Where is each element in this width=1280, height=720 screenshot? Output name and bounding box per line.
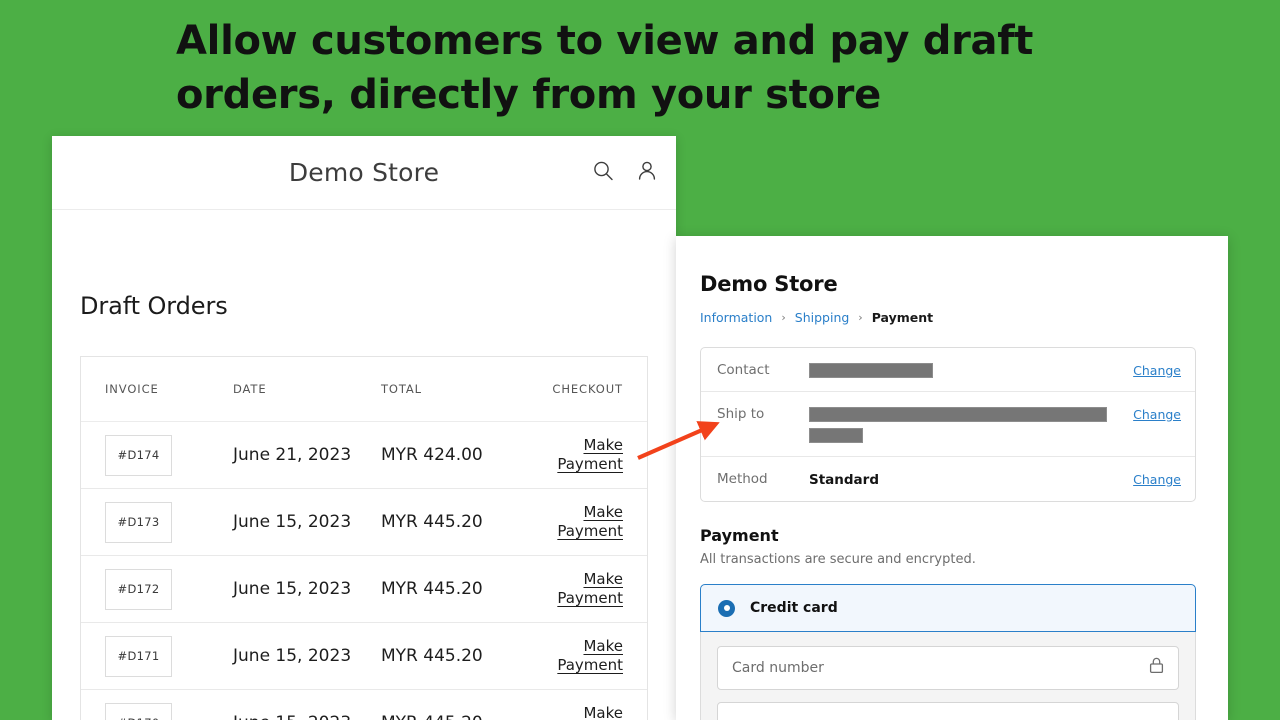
invoice-badge[interactable]: #D173 bbox=[105, 502, 172, 543]
checkout-store-name: Demo Store bbox=[700, 272, 1196, 296]
total-cell: MYR 445.20 bbox=[381, 512, 539, 532]
lock-icon bbox=[1149, 657, 1164, 679]
table-row: #D172 June 15, 2023 MYR 445.20 Make Paym… bbox=[81, 556, 647, 623]
checkout-cell: Make Payment bbox=[539, 570, 647, 608]
method-label: Method bbox=[717, 470, 809, 487]
card-name-field[interactable] bbox=[717, 702, 1179, 720]
payment-method-label: Credit card bbox=[750, 600, 838, 616]
payment-method-credit-card[interactable]: Credit card bbox=[700, 584, 1196, 632]
page-title: Draft Orders bbox=[80, 292, 676, 320]
chevron-right-icon: › bbox=[781, 311, 785, 324]
date-cell: June 15, 2023 bbox=[233, 512, 381, 532]
date-cell: June 15, 2023 bbox=[233, 713, 381, 720]
column-header-checkout: CHECKOUT bbox=[539, 382, 647, 396]
date-cell: June 21, 2023 bbox=[233, 445, 381, 465]
table-row: #D170 June 15, 2023 MYR 445.20 Make Paym… bbox=[81, 690, 647, 720]
total-cell: MYR 445.20 bbox=[381, 713, 539, 720]
redaction-bar bbox=[809, 407, 1107, 422]
redaction-bar bbox=[809, 428, 863, 443]
summary-row-method: Method Standard Change bbox=[701, 457, 1195, 501]
column-header-total: TOTAL bbox=[381, 382, 539, 396]
breadcrumb-item-information[interactable]: Information bbox=[700, 310, 772, 325]
table-header-row: INVOICE DATE TOTAL CHECKOUT bbox=[81, 357, 647, 422]
make-payment-link[interactable]: Make Payment bbox=[557, 503, 623, 540]
summary-row-contact: Contact Change bbox=[701, 348, 1195, 392]
checkout-panel: Demo Store Information › Shipping › Paym… bbox=[676, 236, 1228, 720]
total-cell: MYR 445.20 bbox=[381, 579, 539, 599]
change-method-link[interactable]: Change bbox=[1133, 470, 1181, 487]
total-cell: MYR 445.20 bbox=[381, 646, 539, 666]
card-number-placeholder: Card number bbox=[732, 660, 824, 676]
table-row: #D173 June 15, 2023 MYR 445.20 Make Paym… bbox=[81, 489, 647, 556]
payment-section-subtext: All transactions are secure and encrypte… bbox=[700, 552, 1196, 567]
contact-value-redacted bbox=[809, 361, 1133, 378]
store-name: Demo Store bbox=[289, 158, 439, 187]
table-row: #D171 June 15, 2023 MYR 445.20 Make Paym… bbox=[81, 623, 647, 690]
card-number-field[interactable]: Card number bbox=[717, 646, 1179, 690]
storefront-panel: Demo Store Draft Orders INVOICE DATE TOT… bbox=[52, 136, 676, 720]
invoice-cell: #D173 bbox=[81, 502, 233, 543]
checkout-cell: Make Payment bbox=[539, 637, 647, 675]
page-headline: Allow customers to view and pay draft or… bbox=[176, 14, 1136, 122]
invoice-cell: #D172 bbox=[81, 569, 233, 610]
change-contact-link[interactable]: Change bbox=[1133, 361, 1181, 378]
breadcrumb: Information › Shipping › Payment bbox=[700, 310, 1196, 325]
date-cell: June 15, 2023 bbox=[233, 579, 381, 599]
breadcrumb-item-payment: Payment bbox=[872, 310, 933, 325]
method-value: Standard bbox=[809, 470, 1133, 488]
invoice-badge[interactable]: #D172 bbox=[105, 569, 172, 610]
account-icon[interactable] bbox=[636, 159, 658, 186]
chevron-right-icon: › bbox=[858, 311, 862, 324]
payment-section-heading: Payment bbox=[700, 526, 1196, 545]
invoice-cell: #D174 bbox=[81, 435, 233, 476]
column-header-invoice: INVOICE bbox=[81, 382, 233, 396]
contact-label: Contact bbox=[717, 361, 809, 378]
summary-row-ship-to: Ship to Change bbox=[701, 392, 1195, 457]
make-payment-link[interactable]: Make Payment bbox=[557, 704, 623, 720]
invoice-cell: #D170 bbox=[81, 703, 233, 720]
change-ship-to-link[interactable]: Change bbox=[1133, 405, 1181, 422]
ship-to-value-redacted bbox=[809, 405, 1133, 443]
radio-selected-icon[interactable] bbox=[718, 600, 735, 617]
header-icon-group bbox=[592, 159, 658, 186]
invoice-badge[interactable]: #D171 bbox=[105, 636, 172, 677]
make-payment-link[interactable]: Make Payment bbox=[557, 637, 623, 674]
checkout-cell: Make Payment bbox=[539, 436, 647, 474]
table-row: #D174 June 21, 2023 MYR 424.00 Make Paym… bbox=[81, 422, 647, 489]
draft-orders-table: INVOICE DATE TOTAL CHECKOUT #D174 June 2… bbox=[80, 356, 648, 720]
redaction-bar bbox=[809, 363, 933, 378]
storefront-header: Demo Store bbox=[52, 136, 676, 210]
ship-to-label: Ship to bbox=[717, 405, 809, 422]
date-cell: June 15, 2023 bbox=[233, 646, 381, 666]
invoice-cell: #D171 bbox=[81, 636, 233, 677]
checkout-cell: Make Payment bbox=[539, 704, 647, 720]
checkout-cell: Make Payment bbox=[539, 503, 647, 541]
payment-fields-group: Card number bbox=[700, 632, 1196, 720]
invoice-badge[interactable]: #D170 bbox=[105, 703, 172, 720]
make-payment-link[interactable]: Make Payment bbox=[557, 570, 623, 607]
order-summary-box: Contact Change Ship to Change Method Sta… bbox=[700, 347, 1196, 502]
column-header-date: DATE bbox=[233, 382, 381, 396]
make-payment-link[interactable]: Make Payment bbox=[557, 436, 623, 473]
search-icon[interactable] bbox=[592, 159, 614, 186]
invoice-badge[interactable]: #D174 bbox=[105, 435, 172, 476]
breadcrumb-item-shipping[interactable]: Shipping bbox=[795, 310, 850, 325]
total-cell: MYR 424.00 bbox=[381, 445, 539, 465]
